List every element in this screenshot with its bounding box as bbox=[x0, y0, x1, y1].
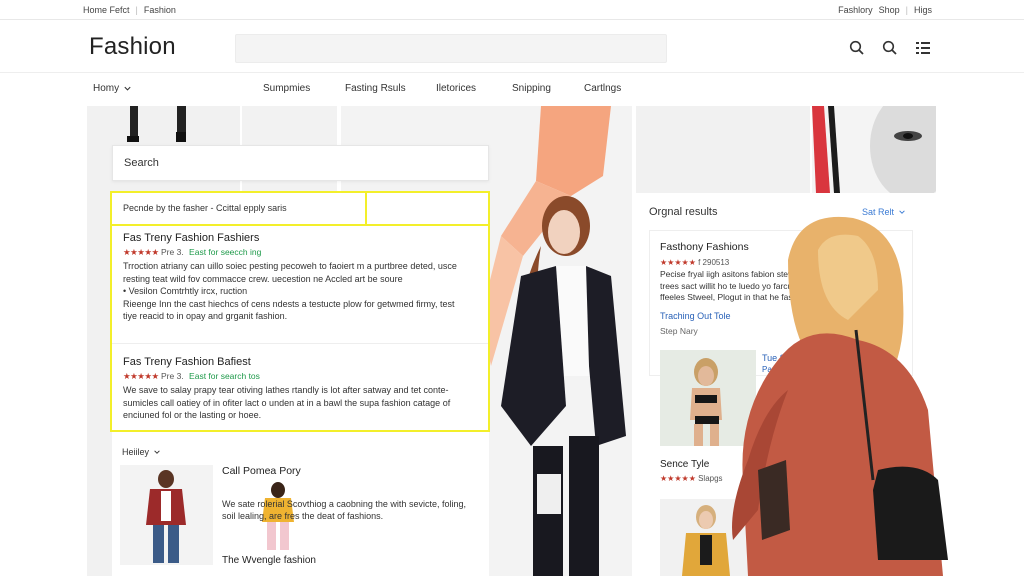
rating-stars: ★★★★★ bbox=[123, 371, 159, 381]
highlighted-filter-bar: Pecnde by the fasher - Ccittal epply sar… bbox=[110, 191, 490, 226]
result-description: Trroction atriany can uillo soiec pestin… bbox=[123, 261, 457, 284]
result-meta: ★★★★★ Pre 3. East for search tos bbox=[123, 371, 468, 382]
result-title[interactable]: Fas Treny Fashion Bafiest bbox=[123, 356, 468, 368]
result-description-2: Rieenge Inn the cast hiechcs of cens nde… bbox=[123, 298, 455, 322]
card-meta-text: f 290513 bbox=[698, 258, 730, 267]
result-tag: East for search tos bbox=[189, 371, 260, 381]
utility-link-fashlory[interactable]: Fashlory bbox=[838, 5, 873, 15]
header-search-input[interactable] bbox=[235, 34, 667, 63]
jacket-model-image bbox=[146, 470, 186, 563]
highlighted-results: Fas Treny Fashion Fashiers ★★★★★ Pre 3. … bbox=[110, 226, 490, 432]
search-icon[interactable] bbox=[881, 39, 899, 57]
holiday-label: Heiiley bbox=[122, 447, 150, 457]
card-meta: ★★★★★ f 290513 bbox=[660, 258, 729, 267]
card-subtext: Step Nary bbox=[660, 326, 698, 336]
utility-separator: | bbox=[135, 5, 138, 15]
search-icon[interactable] bbox=[848, 39, 866, 57]
nav-item-fasting-rsuls[interactable]: Fasting Rsuls bbox=[345, 83, 406, 94]
utility-link-shop[interactable]: Shop bbox=[879, 5, 900, 15]
result-tag: East for seecch ing bbox=[189, 247, 262, 257]
sub-result-description: We sate rolerial Scovthiog a caobning th… bbox=[222, 499, 466, 521]
result-item[interactable]: Fas Treny Fashion Bafiest ★★★★★ Pre 3. E… bbox=[123, 356, 468, 422]
section-meta: ★★★★★ Slapgs bbox=[660, 474, 723, 483]
result-description: We save to salay prapy tear otiving lath… bbox=[123, 385, 451, 420]
filter-bar-text[interactable]: Pecnde by the fasher - Ccittal epply sar… bbox=[112, 193, 367, 224]
utility-bar: Home Fefct | Fashion Fashlory Shop | Hig… bbox=[0, 0, 1024, 20]
product-thumbnail[interactable] bbox=[120, 465, 213, 565]
nav-item-sumpmies[interactable]: Sumpmies bbox=[263, 83, 310, 94]
site-header: Fashion bbox=[0, 21, 1024, 73]
result-pre: Pre 3. bbox=[160, 371, 184, 381]
sub-results: Heiiley Call Pomea Pory We sate rolerial… bbox=[112, 432, 489, 576]
rating-stars: ★★★★★ bbox=[660, 258, 696, 267]
utility-link-higs[interactable]: Higs bbox=[914, 5, 932, 15]
search-placeholder: Search bbox=[124, 157, 159, 169]
section-title[interactable]: Sence Tyle bbox=[660, 459, 709, 470]
rating-stars: ★★★★★ bbox=[660, 474, 696, 483]
chevron-down-icon bbox=[154, 450, 160, 454]
chevron-down-icon bbox=[124, 86, 131, 91]
nav-item-cartlngs[interactable]: Cartlngs bbox=[584, 83, 621, 94]
woman-red-coat-image bbox=[732, 216, 948, 576]
utility-separator: | bbox=[905, 5, 908, 15]
sub-result-footer[interactable]: The Wvengle fashion bbox=[222, 555, 316, 566]
holiday-dropdown[interactable]: Heiiley bbox=[122, 447, 161, 457]
nav-item-snipping[interactable]: Snipping bbox=[512, 83, 551, 94]
utility-right: Fashlory Shop | Higs bbox=[838, 5, 932, 15]
utility-left: Home Fefct | Fashion bbox=[83, 5, 176, 15]
main-nav: Homy Sumpmies Fasting Rsuls Iletorices S… bbox=[0, 74, 1024, 104]
nav-home-label: Homy bbox=[93, 83, 120, 94]
section-meta-text: Slapgs bbox=[698, 474, 723, 483]
result-meta: ★★★★★ Pre 3. East for seecch ing bbox=[123, 247, 468, 258]
utility-link-home[interactable]: Home Fefct bbox=[83, 5, 130, 15]
result-pre: Pre 3. bbox=[160, 247, 184, 257]
panel-heading: Orgnal results bbox=[649, 206, 718, 218]
nav-item-iletorices[interactable]: Iletorices bbox=[436, 83, 476, 94]
result-divider bbox=[112, 343, 488, 344]
result-bullet: • Vesilon Comtrhtly ircx, ruction bbox=[123, 286, 248, 296]
face-image bbox=[812, 106, 936, 193]
nav-home-dropdown[interactable]: Homy bbox=[93, 83, 132, 94]
sub-result-title[interactable]: Call Pomea Pory bbox=[222, 465, 301, 477]
photo-face-banner bbox=[812, 106, 936, 193]
grid-icon[interactable] bbox=[914, 39, 932, 57]
brand-logo[interactable]: Fashion bbox=[89, 33, 176, 61]
result-title[interactable]: Fas Treny Fashion Fashiers bbox=[123, 232, 468, 244]
legs-image bbox=[127, 106, 186, 142]
utility-link-fashion[interactable]: Fashion bbox=[144, 5, 176, 15]
photo-panel-top-right bbox=[636, 106, 810, 193]
result-item[interactable]: Fas Treny Fashion Fashiers ★★★★★ Pre 3. … bbox=[123, 232, 468, 323]
rating-stars: ★★★★★ bbox=[123, 247, 159, 257]
card-link[interactable]: Traching Out Tole bbox=[660, 311, 731, 321]
search-input[interactable]: Search bbox=[112, 145, 489, 181]
